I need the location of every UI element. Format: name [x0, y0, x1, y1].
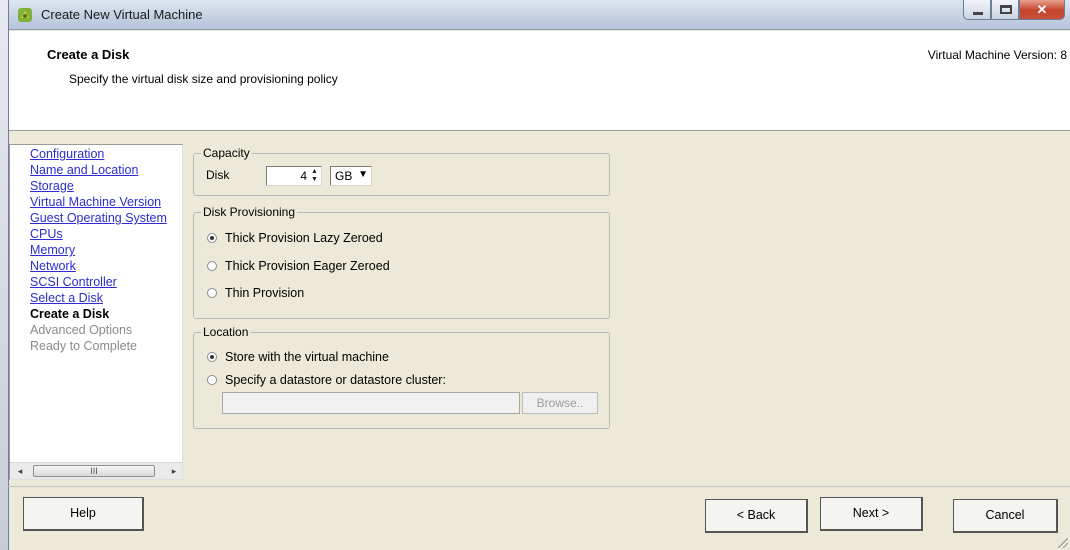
- nav-step-name-and-location[interactable]: Name and Location: [30, 162, 167, 178]
- maximize-icon: [1000, 5, 1012, 14]
- radio-label[interactable]: Thick Provision Lazy Zeroed: [225, 231, 383, 245]
- nav-step-memory[interactable]: Memory: [30, 242, 167, 258]
- disk-size-label: Disk: [206, 168, 230, 182]
- background-strip: [0, 0, 8, 550]
- radio-specify-datastore[interactable]: Specify a datastore or datastore cluster…: [207, 373, 446, 387]
- capacity-group: Capacity: [193, 146, 610, 196]
- radio-button[interactable]: [207, 233, 217, 243]
- nav-step-virtual-machine-version[interactable]: Virtual Machine Version: [30, 194, 167, 210]
- dropdown-arrow-icon: ▼: [358, 169, 368, 180]
- radio-store-with-vm[interactable]: Store with the virtual machine: [207, 350, 389, 364]
- cancel-button[interactable]: Cancel: [953, 499, 1058, 533]
- resize-grip-icon[interactable]: [1056, 536, 1068, 548]
- vm-version-label: Virtual Machine Version: 8: [927, 48, 1067, 62]
- radio-label[interactable]: Specify a datastore or datastore cluster…: [225, 373, 446, 387]
- page-title: Create a Disk: [47, 47, 130, 62]
- radio-thick-lazy[interactable]: Thick Provision Lazy Zeroed: [207, 231, 383, 245]
- help-button[interactable]: Help: [23, 497, 144, 531]
- nav-step-scsi-controller[interactable]: SCSI Controller: [30, 274, 167, 290]
- radio-button[interactable]: [207, 375, 217, 385]
- nav-step-create-a-disk: Create a Disk: [30, 307, 110, 321]
- datastore-field: [222, 392, 520, 414]
- title-bar[interactable]: Create New Virtual Machine ✕: [9, 0, 1070, 30]
- maximize-button[interactable]: [991, 0, 1019, 20]
- provisioning-legend: Disk Provisioning: [203, 205, 296, 219]
- close-button[interactable]: ✕: [1019, 0, 1065, 20]
- nav-step-configuration[interactable]: Configuration: [30, 146, 167, 162]
- radio-label[interactable]: Thick Provision Eager Zeroed: [225, 259, 390, 273]
- back-button[interactable]: < Back: [705, 499, 808, 533]
- close-icon: ✕: [1036, 2, 1048, 17]
- vm-app-icon: [18, 8, 32, 22]
- horizontal-scrollbar[interactable]: ◂ III ▸: [10, 462, 182, 479]
- minimize-icon: [973, 12, 983, 15]
- step-list: Configuration Name and Location Storage Vir…: [30, 146, 167, 354]
- radio-thick-eager[interactable]: Thick Provision Eager Zeroed: [207, 259, 390, 273]
- wizard-step-list: Configuration Name and Location Storage Vir…: [9, 144, 183, 480]
- nav-step-advanced-options: Advanced Options: [30, 323, 133, 337]
- radio-button[interactable]: [207, 261, 217, 271]
- radio-button[interactable]: [207, 288, 217, 298]
- radio-button[interactable]: [207, 352, 217, 362]
- browse-button: Browse..: [522, 392, 598, 414]
- nav-step-storage[interactable]: Storage: [30, 178, 167, 194]
- radio-label[interactable]: Thin Provision: [225, 286, 304, 300]
- disk-size-stepper[interactable]: 4 ▲ ▼: [266, 166, 322, 186]
- wizard-header: Create a Disk Specify the virtual disk s…: [9, 31, 1070, 131]
- footer-divider: [8, 486, 1070, 487]
- window-title: Create New Virtual Machine: [41, 7, 203, 22]
- page-subtitle: Specify the virtual disk size and provis…: [69, 72, 338, 86]
- location-legend: Location: [203, 325, 249, 339]
- radio-label[interactable]: Store with the virtual machine: [225, 350, 389, 364]
- disk-size-value[interactable]: 4: [300, 169, 307, 183]
- nav-step-guest-operating-system[interactable]: Guest Operating System: [30, 210, 167, 226]
- nav-step-select-a-disk[interactable]: Select a Disk: [30, 290, 167, 306]
- scroll-left-icon[interactable]: ◂: [12, 463, 28, 479]
- minimize-button[interactable]: [963, 0, 991, 20]
- capacity-legend: Capacity: [203, 146, 250, 160]
- disk-unit-select[interactable]: GB ▼: [330, 166, 372, 186]
- radio-thin[interactable]: Thin Provision: [207, 286, 304, 300]
- disk-unit-value: GB: [335, 169, 353, 183]
- spin-down-icon[interactable]: ▼: [309, 176, 320, 184]
- nav-step-cpus[interactable]: CPUs: [30, 226, 167, 242]
- scroll-right-icon[interactable]: ▸: [166, 463, 182, 479]
- spin-up-icon[interactable]: ▲: [309, 168, 320, 176]
- next-button[interactable]: Next >: [820, 497, 923, 531]
- nav-step-network[interactable]: Network: [30, 258, 167, 274]
- nav-step-ready-to-complete: Ready to Complete: [30, 339, 138, 353]
- scroll-thumb[interactable]: III: [33, 465, 155, 477]
